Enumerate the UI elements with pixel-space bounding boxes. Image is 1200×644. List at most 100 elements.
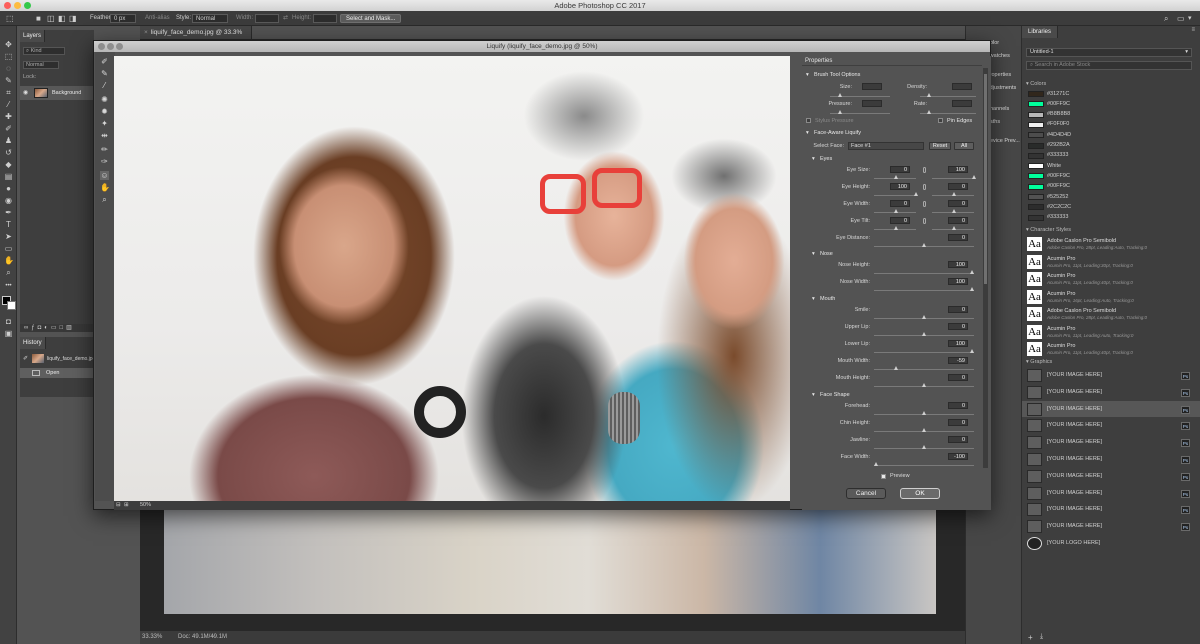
scrollbar-thumb[interactable] xyxy=(984,74,987,284)
color-swatch[interactable] xyxy=(1028,183,1044,190)
eye-height-right-input[interactable]: 0 xyxy=(948,183,968,190)
density-slider-knob[interactable] xyxy=(927,93,931,97)
color-swatch[interactable] xyxy=(1028,163,1044,170)
close-dialog-button[interactable] xyxy=(98,43,105,50)
char-style-preview-icon[interactable]: Aa xyxy=(1027,342,1042,356)
properties-scrollbar[interactable] xyxy=(983,68,988,468)
swap-icon[interactable]: ⇄ xyxy=(283,14,288,23)
char-style-name[interactable]: Acumin Pro xyxy=(1047,343,1075,349)
pin-edges-checkbox[interactable] xyxy=(938,118,943,123)
size-input[interactable] xyxy=(862,83,882,90)
char-style-name[interactable]: Acumin Pro xyxy=(1047,326,1075,332)
quick-mask-icon[interactable]: ◘ xyxy=(4,317,13,326)
document-tab[interactable]: ×liquify_face_demo.jpg @ 33.3% (RGB/8) xyxy=(140,26,252,49)
library-select[interactable]: Untitled-1 ▾ xyxy=(1026,48,1192,57)
upper-lip-slider-knob[interactable] xyxy=(922,332,926,336)
liquify-preview-image[interactable] xyxy=(114,56,790,502)
color-swatch[interactable] xyxy=(1028,142,1044,149)
clone-stamp-tool-icon[interactable]: ♟ xyxy=(4,136,13,145)
brush-tool-icon[interactable]: ✐ xyxy=(4,124,13,133)
graphic-label[interactable]: [YOUR IMAGE HERE] xyxy=(1047,406,1102,412)
style-select[interactable]: Normal xyxy=(192,14,228,23)
rate-input[interactable] xyxy=(952,100,972,107)
graphic-label[interactable]: [YOUR IMAGE HERE] xyxy=(1047,506,1102,512)
healing-brush-tool-icon[interactable]: ✚ xyxy=(4,112,13,121)
colors-section-label[interactable]: ▾ Colors xyxy=(1026,81,1046,87)
twirl-tool-icon[interactable]: ✺ xyxy=(100,95,109,104)
color-swatch[interactable] xyxy=(1028,204,1044,211)
color-swatch[interactable] xyxy=(1028,173,1044,180)
liquify-zoom-value[interactable]: 50% xyxy=(140,501,151,510)
tab-history[interactable]: History xyxy=(20,337,46,349)
color-swatch[interactable] xyxy=(1028,152,1044,159)
eye-height-left-slider-knob[interactable] xyxy=(914,192,918,196)
preview-checkbox[interactable] xyxy=(881,474,886,479)
eye-height-right-slider-knob[interactable] xyxy=(952,192,956,196)
quick-select-tool-icon[interactable]: ✎ xyxy=(4,76,13,85)
color-swatch[interactable] xyxy=(1028,111,1044,118)
smile-slider-knob[interactable] xyxy=(922,315,926,319)
push-left-tool-icon[interactable]: ⇹ xyxy=(100,131,109,140)
nose-width-input[interactable]: 100 xyxy=(948,278,968,285)
smile-input[interactable]: 0 xyxy=(948,306,968,313)
forehead-slider-knob[interactable] xyxy=(922,411,926,415)
reset-button[interactable]: Reset xyxy=(929,142,951,150)
eye-size-left-slider-knob[interactable] xyxy=(894,175,898,179)
eye-tilt-link-icon[interactable] xyxy=(923,218,926,224)
chevron-right-icon[interactable]: › xyxy=(212,631,214,644)
mouth-height-input[interactable]: 0 xyxy=(948,374,968,381)
mouth-width-slider-track[interactable] xyxy=(874,369,974,370)
marquee-tool-icon[interactable]: ⬚ xyxy=(6,14,14,23)
upper-lip-input[interactable]: 0 xyxy=(948,323,968,330)
graphic-label[interactable]: [YOUR IMAGE HERE] xyxy=(1047,490,1102,496)
tab-layers[interactable]: Layers xyxy=(20,30,46,42)
select-face-dropdown[interactable]: Face #1 xyxy=(848,142,924,150)
eyes-group-header[interactable]: ▾ xyxy=(812,156,815,162)
subtract-selection-icon[interactable]: ◧ xyxy=(58,14,66,23)
zoom-tool-icon[interactable]: ⌕ xyxy=(100,195,109,204)
pressure-input[interactable] xyxy=(862,100,882,107)
color-swatch[interactable] xyxy=(1028,132,1044,139)
reconstruct-tool-icon[interactable]: ✎ xyxy=(100,69,109,78)
history-brush-source-icon[interactable]: ✐ xyxy=(23,355,28,362)
graphic-thumbnail[interactable] xyxy=(1027,520,1042,534)
cancel-button[interactable]: Cancel xyxy=(846,488,886,499)
minimize-dialog-button[interactable] xyxy=(107,43,114,50)
graphic-thumbnail[interactable] xyxy=(1027,486,1042,500)
graphic-label[interactable]: [YOUR IMAGE HERE] xyxy=(1047,456,1102,462)
graphic-thumbnail[interactable] xyxy=(1027,385,1042,399)
jawline-slider-knob[interactable] xyxy=(922,445,926,449)
zoom-level[interactable]: 33.33% xyxy=(140,631,162,644)
eye-tilt-left-slider-knob[interactable] xyxy=(894,226,898,230)
move-tool-icon[interactable]: ✥ xyxy=(4,40,13,49)
visibility-eye-icon[interactable]: ◉ xyxy=(23,89,28,96)
graphic-thumbnail[interactable] xyxy=(1027,369,1042,382)
color-swatch[interactable] xyxy=(1028,101,1044,108)
char-style-name[interactable]: Acumin Pro xyxy=(1047,256,1075,262)
rate-slider-knob[interactable] xyxy=(927,110,931,114)
blur-tool-icon[interactable]: ● xyxy=(4,184,13,193)
folder-icon[interactable]: ▭ xyxy=(51,325,60,331)
hand-tool-icon[interactable]: ✋ xyxy=(100,183,110,192)
adjustment-icon[interactable]: ◐ xyxy=(44,325,51,331)
minimize-window-button[interactable] xyxy=(14,2,21,9)
forehead-input[interactable]: 0 xyxy=(948,402,968,409)
graphic-thumbnail[interactable] xyxy=(1027,503,1042,517)
pressure-slider-knob[interactable] xyxy=(838,110,842,114)
char-styles-section-label[interactable]: ▾ Character Styles xyxy=(1026,227,1071,233)
graphic-thumbnail[interactable] xyxy=(1027,469,1042,483)
graphic-thumbnail[interactable] xyxy=(1027,436,1042,450)
add-content-icon[interactable]: + xyxy=(1028,633,1033,642)
logo-thumbnail[interactable] xyxy=(1027,537,1042,550)
eyedropper-tool-icon[interactable]: ⁄ xyxy=(4,100,13,109)
color-swatch[interactable] xyxy=(1028,121,1044,128)
eye-width-right-slider-knob[interactable] xyxy=(952,209,956,213)
more-tools-icon[interactable]: ••• xyxy=(4,282,13,291)
eye-width-right-input[interactable]: 0 xyxy=(948,200,968,207)
chevron-down-icon[interactable]: ▾ xyxy=(1188,14,1192,23)
pen-tool-icon[interactable]: ✒ xyxy=(4,208,13,217)
marquee-tool-icon[interactable]: ⬚ xyxy=(4,52,13,61)
graphic-thumbnail[interactable] xyxy=(1027,419,1042,433)
smooth-tool-icon[interactable]: ⁄ xyxy=(100,81,109,90)
zoom-window-button[interactable] xyxy=(24,2,31,9)
